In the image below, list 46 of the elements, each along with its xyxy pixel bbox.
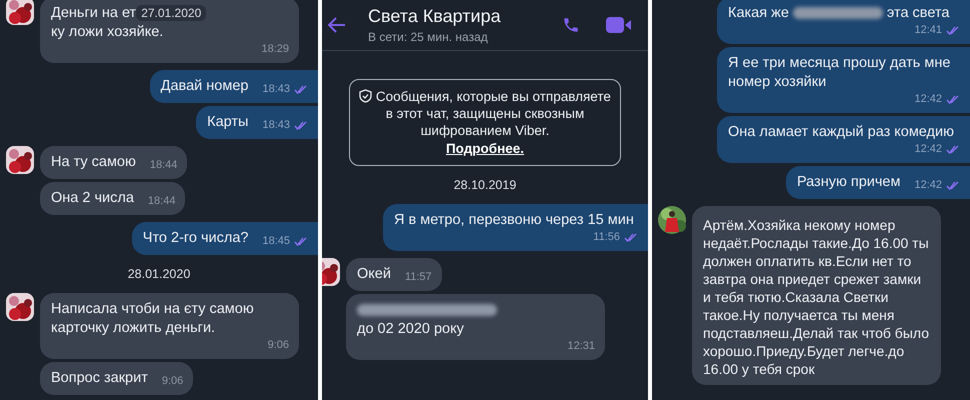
message-text: Написала чтоби на єту самою карточку ложить деньги. [51, 301, 254, 336]
message-time: 12:41 [914, 23, 942, 37]
message-time: 18:43 [262, 82, 290, 96]
online-status: В сети: 25 мин. назад [368, 30, 489, 44]
message-time: 18:44 [148, 194, 176, 208]
message-text: На ту самою [51, 154, 136, 170]
message-time: 18:44 [150, 158, 178, 172]
message-text: Давай номер [160, 78, 248, 94]
message-text: ку ложи [51, 24, 104, 40]
message-time: 18:43 [262, 118, 290, 132]
message-time: 9:06 [162, 374, 184, 388]
message-text: Вопрос закрит [51, 370, 148, 386]
message-time: 9:06 [268, 338, 289, 352]
notice-text: Сообщения, которые вы отправляете в этот чат, защищены сквозным шифрованием Viber. [376, 89, 611, 138]
message-time: 18:29 [261, 42, 289, 56]
message-text: эта света [886, 5, 950, 21]
message-time: 11:56 [593, 230, 620, 244]
message-text: Артём.Хозяйка некому номер недаёт.Рослады такие.До 16.00 ты должен оплатить кв.Если нет то завтра она приедет срежет замки и тебя тютю.Сказала Светки такое.Ну получаетса ты меня подставляеш.Делай так чтоб было хорошо.Приеду.Будет легче.до 16.00 у тебя срок [703, 217, 930, 377]
message-time: 12:31 [567, 339, 595, 353]
more-link[interactable]: Подробнее. [446, 140, 524, 157]
date-label: 28.10.2019 [454, 178, 516, 192]
back-arrow-icon[interactable] [328, 17, 346, 33]
message-text: Я ее три месяца прошу дать мне номер хозяйки [728, 55, 950, 90]
message-text: Деньги на ет [51, 5, 136, 21]
message-text: року [434, 321, 464, 337]
message-time: 11:57 [404, 270, 432, 284]
message-time: 12:42 [914, 92, 942, 106]
date-label: 27.01.2020 [136, 5, 206, 21]
message-text: Разную причем [796, 174, 900, 190]
date-label: 28.01.2020 [128, 267, 190, 281]
shield-icon [359, 89, 372, 103]
message-text: до 02 2020 [357, 321, 430, 337]
contact-name: Света Квартира [368, 6, 502, 27]
message-text: Окей [357, 266, 391, 282]
phone-icon[interactable] [562, 16, 580, 34]
message-time: 12:42 [914, 178, 942, 192]
message-text: Какая же [728, 5, 789, 21]
message-text: Она 2 числа [51, 190, 134, 206]
video-camera-icon[interactable] [606, 16, 632, 34]
message-text: Что 2-го числа? [142, 230, 248, 246]
message-text: Она ламает каждый раз комедию [728, 124, 954, 140]
message-time: 18:45 [262, 234, 290, 248]
message-time: 12:42 [914, 142, 942, 156]
message-text: Я в метро, перезвоню через 15 мин [394, 212, 634, 228]
message-text: Карты [207, 114, 248, 130]
message-text: хозяйке. [107, 24, 164, 40]
